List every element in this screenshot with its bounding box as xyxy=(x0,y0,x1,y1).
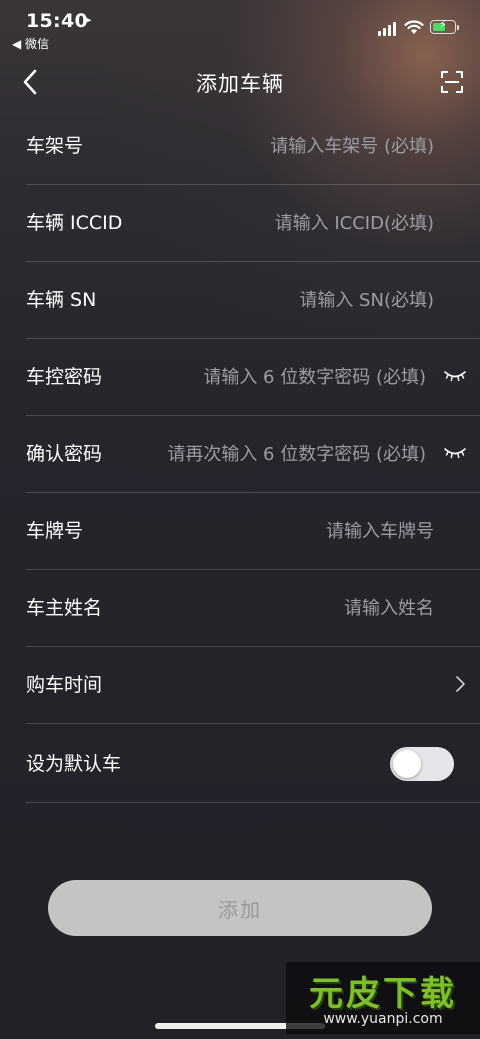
iccid-label: 车辆 ICCID xyxy=(26,212,123,234)
form-row-sn: 车辆 SN xyxy=(26,262,480,339)
control-password-label: 车控密码 xyxy=(26,366,103,388)
status-time: 15:40 xyxy=(26,10,88,32)
owner-name-label: 车主姓名 xyxy=(26,597,103,619)
plate-input[interactable] xyxy=(144,507,434,555)
wifi-icon xyxy=(404,20,424,34)
vin-label: 车架号 xyxy=(26,135,84,157)
location-arrow-icon: ➤ xyxy=(82,13,93,27)
vin-input[interactable] xyxy=(144,122,434,170)
form-row-confirm-password: 确认密码 xyxy=(26,416,480,493)
sn-input[interactable] xyxy=(144,276,434,324)
control-password-input[interactable] xyxy=(136,353,426,401)
scan-icon[interactable] xyxy=(440,70,464,94)
iccid-input[interactable] xyxy=(144,199,434,247)
form-row-owner-name: 车主姓名 xyxy=(26,570,480,647)
form-row-plate: 车牌号 xyxy=(26,493,480,570)
vehicle-form: 车架号 车辆 ICCID 车辆 SN 车控密码 确认密码 车牌号 车主姓名 购车… xyxy=(26,108,480,803)
add-vehicle-button[interactable]: 添加 xyxy=(48,880,432,936)
status-bar: 15:40 ➤ ◀ 微信 ⚡ xyxy=(0,0,480,56)
confirm-password-input[interactable] xyxy=(126,430,426,478)
owner-name-input[interactable] xyxy=(144,584,434,632)
watermark-logo: 元皮下载 www.yuanpi.com xyxy=(286,962,480,1034)
back-to-app-link[interactable]: ◀ 微信 xyxy=(12,35,49,52)
eye-closed-icon[interactable] xyxy=(444,446,466,460)
watermark-title: 元皮下载 xyxy=(309,974,457,1014)
plate-label: 车牌号 xyxy=(26,520,84,542)
default-vehicle-label: 设为默认车 xyxy=(26,753,122,775)
eye-closed-icon[interactable] xyxy=(444,369,466,383)
battery-charging-icon: ⚡ xyxy=(430,18,459,34)
toggle-knob xyxy=(393,750,421,778)
form-row-purchase-date[interactable]: 购车时间 xyxy=(26,647,480,724)
watermark-url: www.yuanpi.com xyxy=(323,1011,443,1027)
navigation-bar: 添加车辆 xyxy=(0,56,480,108)
form-row-control-password: 车控密码 xyxy=(26,339,480,416)
form-row-default-vehicle: 设为默认车 xyxy=(26,724,480,803)
purchase-date-label: 购车时间 xyxy=(26,674,103,696)
page-title: 添加车辆 xyxy=(196,72,284,96)
sn-label: 车辆 SN xyxy=(26,289,97,311)
cellular-signal-icon xyxy=(378,22,400,36)
chevron-right-icon[interactable] xyxy=(454,674,466,694)
confirm-password-label: 确认密码 xyxy=(26,443,103,465)
default-vehicle-toggle[interactable] xyxy=(390,747,454,781)
form-row-iccid: 车辆 ICCID xyxy=(26,185,480,262)
form-row-vin: 车架号 xyxy=(26,108,480,185)
